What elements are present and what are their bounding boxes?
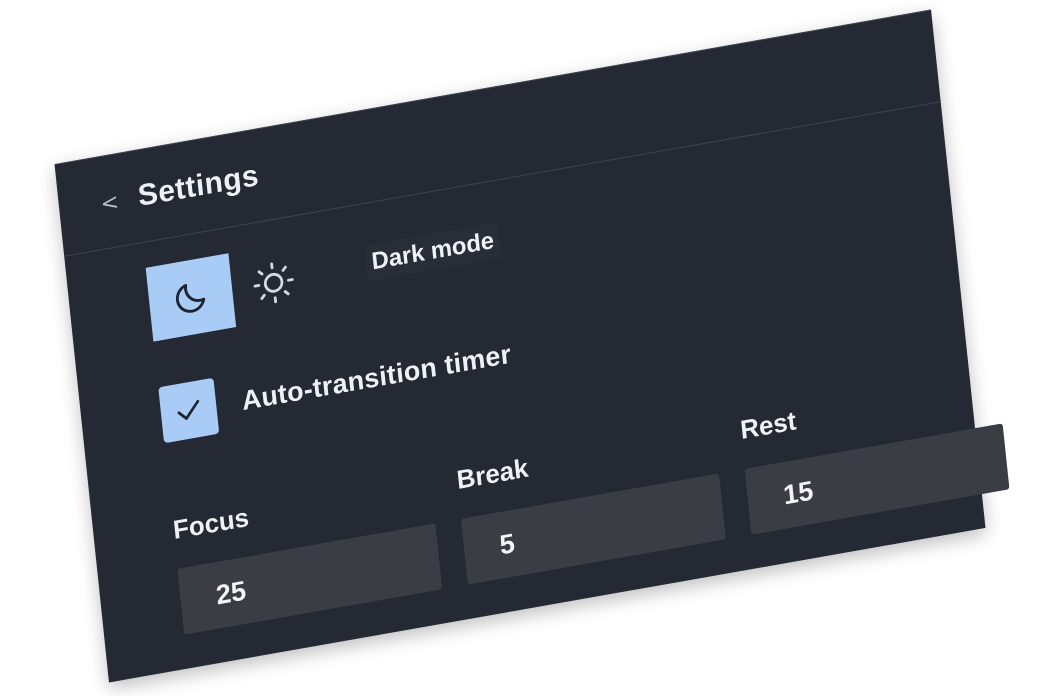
light-theme-button[interactable] [228,239,318,327]
focus-label: Focus [171,501,251,545]
page-title: Settings [136,158,261,213]
break-label: Break [455,452,530,495]
auto-transition-checkbox[interactable] [158,377,220,444]
settings-panel: < Settings Dark mode Auto-transition tim… [54,9,1010,683]
moon-icon [175,284,206,313]
checkmark-icon [177,399,200,420]
rest-label: Rest [738,405,798,445]
theme-toggle[interactable] [145,236,337,342]
sun-icon [253,262,294,304]
chevron-left-icon[interactable]: < [96,187,125,221]
auto-transition-label: Auto-transition timer [240,338,513,416]
screenshot-stage: < Settings Dark mode Auto-transition tim… [0,0,1056,696]
break-input[interactable] [460,473,726,585]
dark-theme-button[interactable] [145,253,237,342]
focus-input[interactable] [177,523,443,635]
auto-transition-row[interactable]: Auto-transition timer [158,326,514,444]
dark-mode-label: Dark mode [370,226,496,276]
rest-input[interactable] [744,423,1010,535]
settings-header: < Settings [54,11,941,257]
